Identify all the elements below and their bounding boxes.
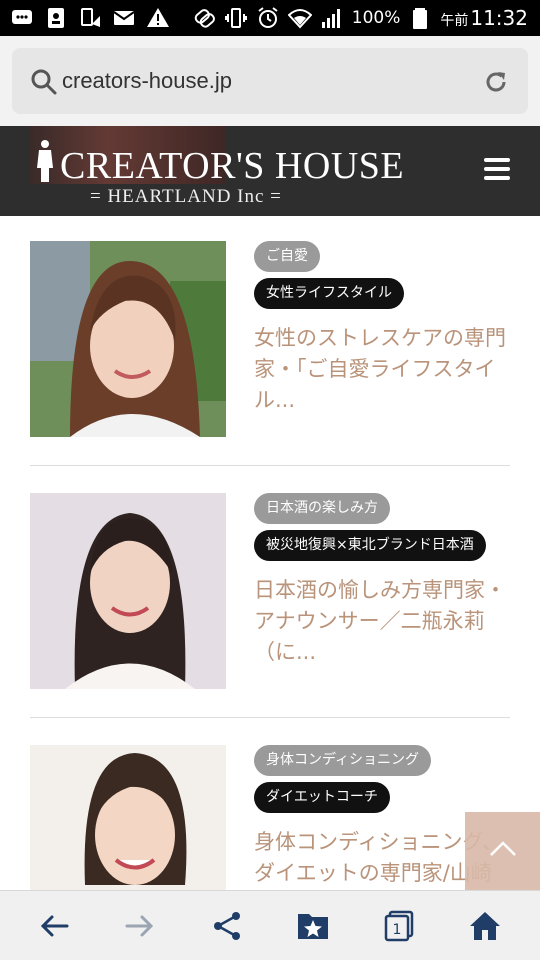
browser-toolbar: creators-house.jp — [0, 36, 540, 126]
logo-figure-icon — [34, 138, 56, 182]
article-thumbnail[interactable] — [30, 745, 226, 890]
bookmark-star-icon[interactable] — [295, 908, 331, 944]
divider — [30, 717, 510, 718]
clock: 午前 11:32 — [440, 6, 528, 30]
alarm-icon — [256, 6, 280, 30]
hamburger-menu-icon[interactable] — [484, 158, 510, 182]
tag-group: 日本酒の楽しみ方 被災地復興×東北ブランド日本酒 — [254, 493, 514, 567]
tag-label[interactable]: ご自愛 — [254, 241, 320, 272]
battery-percent: 100% — [351, 8, 401, 28]
signal-icon — [320, 6, 344, 30]
mail-icon — [112, 6, 136, 30]
back-arrow-icon[interactable] — [36, 908, 72, 944]
share-icon[interactable] — [209, 908, 245, 944]
url-text[interactable]: creators-house.jp — [62, 68, 232, 94]
clock-time: 11:32 — [470, 6, 528, 30]
site-header: CREATOR'S HOUSE = HEARTLAND Inc = — [0, 126, 540, 216]
article-card[interactable]: 身体コンディショニング ダイエットコーチ 身体コンディショニング、ダイエットの専… — [30, 745, 510, 890]
article-thumbnail[interactable] — [30, 241, 226, 437]
battery-icon — [408, 6, 432, 30]
site-logo[interactable]: CREATOR'S HOUSE — [60, 144, 404, 188]
svg-text:1: 1 — [393, 922, 402, 938]
back-to-top-button[interactable] — [465, 812, 540, 890]
tag-label[interactable]: ダイエットコーチ — [254, 782, 390, 813]
address-bar[interactable]: creators-house.jp — [12, 48, 528, 114]
search-icon — [30, 68, 58, 96]
nfc-icon — [192, 6, 216, 30]
vibrate-icon — [224, 6, 248, 30]
data-saver-icon — [78, 6, 102, 30]
chevron-up-icon — [488, 839, 518, 863]
contacts-icon — [44, 6, 68, 30]
tag-group: 身体コンディショニング ダイエットコーチ — [254, 745, 510, 819]
message-icon — [10, 6, 34, 30]
site-logo-sub: = HEARTLAND Inc = — [90, 186, 282, 207]
tag-label[interactable]: 日本酒の楽しみ方 — [254, 493, 390, 524]
tag-group: ご自愛 女性ライフスタイル — [254, 241, 514, 315]
tag-label[interactable]: 女性ライフスタイル — [254, 278, 404, 309]
article-title[interactable]: 日本酒の愉しみ方専門家・アナウンサー／二瓶永莉（に... — [254, 575, 510, 668]
article-title[interactable]: 女性のストレスケアの専門家・「ご自愛ライフスタイル... — [254, 323, 510, 416]
browser-bottom-toolbar: 1 — [0, 890, 540, 960]
article-thumbnail[interactable] — [30, 493, 226, 689]
warning-icon — [146, 6, 170, 30]
article-card[interactable]: ご自愛 女性ライフスタイル 女性のストレスケアの専門家・「ご自愛ライフスタイル.… — [30, 241, 510, 441]
home-icon[interactable] — [467, 908, 503, 944]
article-card[interactable]: 日本酒の楽しみ方 被災地復興×東北ブランド日本酒 日本酒の愉しみ方専門家・アナウ… — [30, 493, 510, 693]
tabs-icon[interactable]: 1 — [381, 908, 417, 944]
reload-icon[interactable] — [482, 68, 510, 96]
wifi-icon — [287, 6, 312, 30]
divider — [30, 465, 510, 466]
forward-arrow-icon[interactable] — [122, 908, 158, 944]
tag-label[interactable]: 身体コンディショニング — [254, 745, 432, 776]
clock-prefix: 午前 — [440, 13, 469, 29]
status-bar: 100% 午前 11:32 — [0, 0, 540, 36]
tag-label[interactable]: 被災地復興×東北ブランド日本酒 — [254, 530, 486, 561]
